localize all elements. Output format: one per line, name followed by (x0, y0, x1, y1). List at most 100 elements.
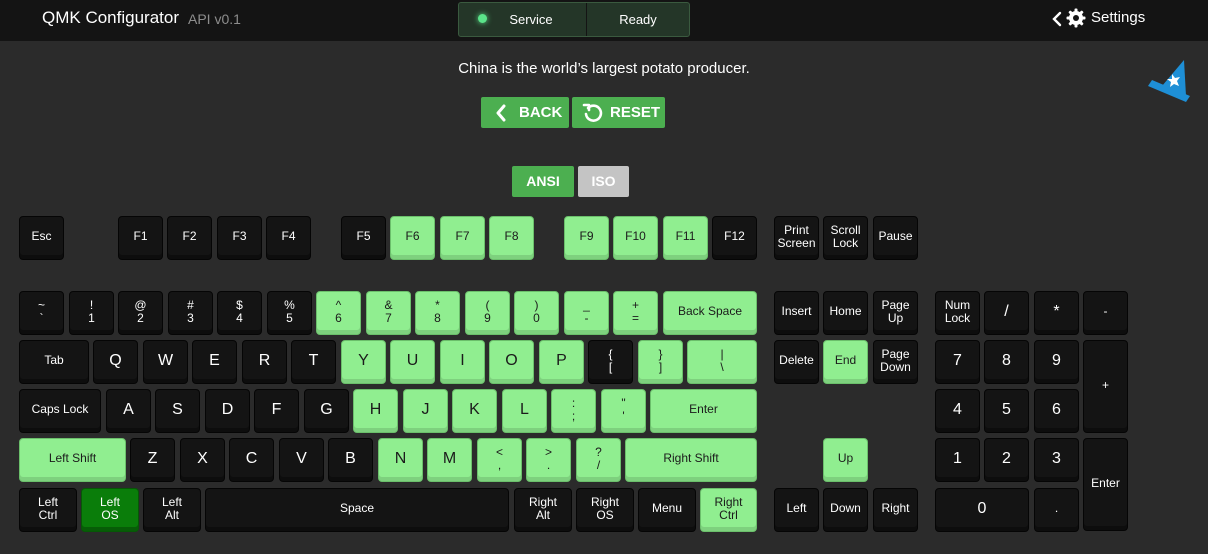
key-p[interactable]: P (539, 340, 584, 384)
key-left-os[interactable]: Left OS (81, 488, 139, 532)
key-f9[interactable]: F9 (564, 216, 609, 260)
key-kp-7[interactable]: 7 (935, 340, 980, 384)
key-d[interactable]: D (205, 389, 250, 433)
key-delete[interactable]: Delete (774, 340, 819, 384)
key-e[interactable]: E (192, 340, 237, 384)
key-7[interactable]: & 7 (366, 291, 411, 335)
key-t[interactable]: T (291, 340, 336, 384)
key-lbracket[interactable]: { [ (588, 340, 633, 384)
key-print-screen[interactable]: Print Screen (774, 216, 819, 260)
key-num-lock[interactable]: Num Lock (935, 291, 980, 335)
key-b[interactable]: B (328, 438, 373, 482)
key-left-alt[interactable]: Left Alt (143, 488, 201, 532)
key-right-alt[interactable]: Right Alt (514, 488, 572, 532)
key-left-ctrl[interactable]: Left Ctrl (19, 488, 77, 532)
key-kp-enter[interactable]: Enter (1083, 438, 1128, 531)
key-f7[interactable]: F7 (440, 216, 485, 260)
key-o[interactable]: O (489, 340, 534, 384)
key-f10[interactable]: F10 (613, 216, 658, 260)
key-slash[interactable]: ? / (576, 438, 621, 482)
key-minus[interactable]: _ - (564, 291, 609, 335)
key-0[interactable]: ) 0 (514, 291, 559, 335)
key-f11[interactable]: F11 (663, 216, 708, 260)
key-enter[interactable]: Enter (650, 389, 757, 433)
reset-button[interactable]: RESET (572, 97, 665, 128)
key-f1[interactable]: F1 (118, 216, 163, 260)
key-3[interactable]: # 3 (168, 291, 213, 335)
key-pause[interactable]: Pause (873, 216, 918, 260)
key-j[interactable]: J (403, 389, 448, 433)
key-home[interactable]: Home (823, 291, 868, 335)
key-g[interactable]: G (304, 389, 349, 433)
key-kp-4[interactable]: 4 (935, 389, 980, 433)
key-kp-asterisk[interactable]: * (1034, 291, 1079, 335)
key-k[interactable]: K (452, 389, 497, 433)
key-menu[interactable]: Menu (638, 488, 696, 532)
key-4[interactable]: $ 4 (217, 291, 262, 335)
key-f4[interactable]: F4 (266, 216, 311, 260)
key-left[interactable]: Left (774, 488, 819, 532)
key-8[interactable]: * 8 (415, 291, 460, 335)
key-tab[interactable]: Tab (19, 340, 89, 384)
key-f5[interactable]: F5 (341, 216, 386, 260)
key-page-down[interactable]: Page Down (873, 340, 918, 384)
key-kp-5[interactable]: 5 (984, 389, 1029, 433)
key-s[interactable]: S (155, 389, 200, 433)
key-right-ctrl[interactable]: Right Ctrl (700, 488, 757, 532)
key-rbracket[interactable]: } ] (638, 340, 683, 384)
key-i[interactable]: I (440, 340, 485, 384)
key-space[interactable]: Space (205, 488, 509, 532)
key-caps-lock[interactable]: Caps Lock (19, 389, 101, 433)
key-page-up[interactable]: Page Up (873, 291, 918, 335)
back-button[interactable]: BACK (481, 97, 569, 128)
key-x[interactable]: X (180, 438, 225, 482)
key-backspace[interactable]: Back Space (663, 291, 757, 335)
key-semicolon[interactable]: : ; (551, 389, 596, 433)
key-backslash[interactable]: | \ (687, 340, 757, 384)
key-scroll-lock[interactable]: Scroll Lock (823, 216, 868, 260)
key-m[interactable]: M (427, 438, 472, 482)
key-kp-3[interactable]: 3 (1034, 438, 1079, 482)
key-1[interactable]: ! 1 (69, 291, 114, 335)
key-a[interactable]: A (106, 389, 151, 433)
key-f2[interactable]: F2 (167, 216, 212, 260)
key-v[interactable]: V (279, 438, 324, 482)
key-left-shift[interactable]: Left Shift (19, 438, 126, 482)
key-kp-minus[interactable]: - (1083, 291, 1128, 335)
key-insert[interactable]: Insert (774, 291, 819, 335)
key-n[interactable]: N (378, 438, 423, 482)
key-u[interactable]: U (390, 340, 435, 384)
key-up[interactable]: Up (823, 438, 868, 482)
key-2[interactable]: @ 2 (118, 291, 163, 335)
key-grave[interactable]: ~ ` (19, 291, 64, 335)
key-kp-8[interactable]: 8 (984, 340, 1029, 384)
key-l[interactable]: L (502, 389, 547, 433)
key-right-shift[interactable]: Right Shift (625, 438, 757, 482)
iso-toggle-button[interactable]: ISO (578, 166, 629, 197)
key-f6[interactable]: F6 (390, 216, 435, 260)
key-q[interactable]: Q (93, 340, 138, 384)
key-end[interactable]: End (823, 340, 868, 384)
key-quote[interactable]: " ' (601, 389, 646, 433)
key-right-os[interactable]: Right OS (576, 488, 634, 532)
key-right[interactable]: Right (873, 488, 918, 532)
key-esc[interactable]: Esc (19, 216, 64, 260)
key-period[interactable]: > . (526, 438, 571, 482)
key-kp-6[interactable]: 6 (1034, 389, 1079, 433)
key-kp-plus[interactable]: + (1083, 340, 1128, 433)
key-6[interactable]: ^ 6 (316, 291, 361, 335)
key-equal[interactable]: + = (613, 291, 658, 335)
key-y[interactable]: Y (341, 340, 386, 384)
key-r[interactable]: R (242, 340, 287, 384)
key-9[interactable]: ( 9 (465, 291, 510, 335)
key-f12[interactable]: F12 (712, 216, 757, 260)
ansi-toggle-button[interactable]: ANSI (512, 166, 574, 197)
key-kp-9[interactable]: 9 (1034, 340, 1079, 384)
key-kp-2[interactable]: 2 (984, 438, 1029, 482)
key-z[interactable]: Z (130, 438, 175, 482)
key-5[interactable]: % 5 (267, 291, 312, 335)
key-comma[interactable]: < , (477, 438, 522, 482)
key-f3[interactable]: F3 (217, 216, 262, 260)
key-h[interactable]: H (353, 389, 398, 433)
key-f8[interactable]: F8 (489, 216, 534, 260)
